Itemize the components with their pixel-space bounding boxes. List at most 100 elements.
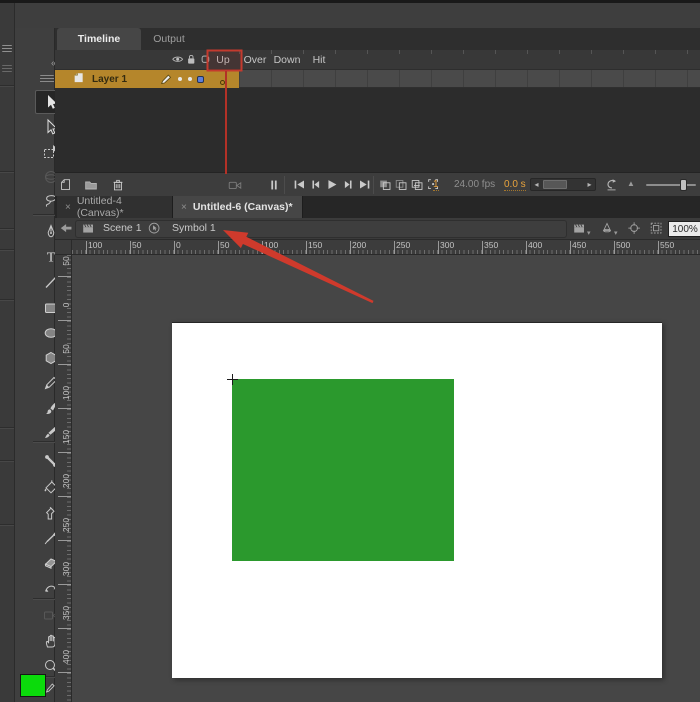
collapsed-panel-dock[interactable] bbox=[0, 3, 15, 702]
divider bbox=[284, 176, 285, 194]
stage-canvas[interactable] bbox=[172, 322, 662, 678]
step-back-button[interactable] bbox=[308, 177, 324, 193]
onion-skin-button[interactable] bbox=[378, 177, 394, 193]
edit-multiple-frames-button[interactable] bbox=[410, 177, 426, 193]
camera-button[interactable] bbox=[227, 177, 243, 193]
pasteboard[interactable] bbox=[72, 255, 700, 702]
timeline-empty-area[interactable] bbox=[55, 88, 700, 172]
edit-symbol-button[interactable] bbox=[599, 221, 615, 237]
frame-label-hit[interactable]: Hit bbox=[303, 50, 335, 70]
frame-size-slider-knob[interactable] bbox=[680, 179, 687, 191]
frame-size-slider-track[interactable] bbox=[646, 184, 696, 186]
ruler-major-tick bbox=[58, 276, 71, 277]
ruler-label: 150 bbox=[308, 240, 322, 250]
zoom-level-field[interactable]: 100% bbox=[668, 221, 700, 237]
layer-row-layer1[interactable]: Layer 1 bbox=[55, 70, 207, 88]
tab-output[interactable]: Output bbox=[143, 28, 195, 50]
dock-divider bbox=[0, 171, 14, 173]
center-stage-button[interactable] bbox=[627, 221, 643, 237]
ruler-major-tick bbox=[58, 584, 71, 585]
clip-content-button[interactable] bbox=[649, 221, 665, 237]
elapsed-time-field[interactable]: 0.0 s bbox=[504, 179, 526, 191]
frame-rate-label[interactable]: 24.00 fps bbox=[454, 179, 495, 190]
edit-symbol-dropdown-icon[interactable]: ▾ bbox=[614, 229, 618, 237]
layer-outline-color-swatch[interactable] bbox=[197, 76, 204, 83]
new-layer-button[interactable] bbox=[58, 177, 74, 193]
fill-color-swatch[interactable] bbox=[20, 674, 46, 697]
document-tab-untitled4[interactable]: × Untitled-4 (Canvas)* bbox=[57, 196, 173, 218]
layer-frame-strip[interactable] bbox=[207, 70, 700, 88]
dock-grip-icon[interactable] bbox=[2, 65, 12, 72]
ruler-label: 200 bbox=[352, 240, 366, 250]
green-rectangle-shape[interactable] bbox=[232, 379, 454, 561]
ruler-label: 500 bbox=[616, 240, 630, 250]
go-to-first-frame-button[interactable] bbox=[292, 177, 308, 193]
scrollbar-thumb[interactable] bbox=[543, 180, 567, 189]
document-tab-untitled6[interactable]: × Untitled-6 (Canvas)* bbox=[173, 196, 303, 218]
ruler-label: 400 bbox=[528, 240, 542, 250]
new-folder-button[interactable] bbox=[83, 177, 99, 193]
ruler-label: 50 bbox=[61, 339, 71, 359]
ruler-label: 50 bbox=[132, 240, 141, 250]
timeline-panel-tabs: Timeline Output bbox=[55, 28, 700, 50]
delete-layer-button[interactable] bbox=[110, 177, 126, 193]
close-document-icon[interactable]: × bbox=[65, 202, 71, 213]
ruler-major-tick bbox=[58, 452, 71, 453]
ruler-major-tick bbox=[438, 241, 439, 254]
ruler-label: 300 bbox=[440, 240, 454, 250]
ruler-label: 350 bbox=[484, 240, 498, 250]
keyframe-cell-frame1[interactable] bbox=[207, 70, 239, 88]
current-frame-field[interactable]: 1 bbox=[433, 179, 439, 191]
registration-point-icon bbox=[232, 374, 233, 385]
scrollbar-right-arrow[interactable]: ▸ bbox=[584, 179, 595, 190]
timeline-scrollbar[interactable]: ◂ ▸ bbox=[530, 178, 596, 191]
go-to-last-frame-button[interactable] bbox=[356, 177, 372, 193]
dock-divider bbox=[0, 299, 14, 301]
layer-name-label[interactable]: Layer 1 bbox=[92, 74, 127, 85]
tab-timeline[interactable]: Timeline bbox=[57, 28, 141, 50]
ruler-major-tick bbox=[218, 241, 219, 254]
step-forward-button[interactable] bbox=[340, 177, 356, 193]
ruler-label: 100 bbox=[88, 240, 102, 250]
window-top-strip bbox=[0, 0, 700, 3]
breadcrumb-scene[interactable]: Scene 1 bbox=[103, 222, 142, 234]
frame-label-down[interactable]: Down bbox=[271, 50, 303, 70]
layer-editing-pencil-icon bbox=[159, 72, 175, 88]
ruler-label: 50 bbox=[220, 240, 229, 250]
ruler-label: 450 bbox=[572, 240, 586, 250]
vertical-ruler: 50050100150200250300350400 bbox=[55, 255, 72, 702]
edit-bar: Scene 1 Symbol 1 ▾ ▾ 100% bbox=[55, 218, 700, 240]
ruler-major-tick bbox=[306, 241, 307, 254]
layer-visibility-dot[interactable] bbox=[178, 77, 182, 81]
ruler-label: 0 bbox=[61, 295, 71, 315]
dock-grip-icon[interactable] bbox=[2, 45, 12, 52]
ruler-label: 350 bbox=[61, 603, 71, 623]
divider bbox=[373, 176, 374, 194]
play-button[interactable] bbox=[324, 177, 340, 193]
ruler-label: 100 bbox=[61, 383, 71, 403]
scrollbar-left-arrow[interactable]: ◂ bbox=[531, 179, 542, 190]
ruler-major-tick bbox=[262, 241, 263, 254]
ruler-label: 150 bbox=[61, 427, 71, 447]
onion-skin-outlines-button[interactable] bbox=[394, 177, 410, 193]
ruler-label: 0 bbox=[176, 240, 181, 250]
edit-scene-button[interactable] bbox=[572, 221, 588, 237]
pause-frames-button[interactable] bbox=[266, 177, 282, 193]
ruler-major-tick bbox=[58, 364, 71, 365]
reset-timeline-icon[interactable] bbox=[604, 177, 620, 193]
document-tab-label: Untitled-6 (Canvas)* bbox=[193, 201, 293, 213]
edit-scene-dropdown-icon[interactable]: ▾ bbox=[587, 229, 591, 237]
breadcrumb-symbol[interactable]: Symbol 1 bbox=[172, 222, 216, 234]
close-document-icon[interactable]: × bbox=[181, 202, 187, 213]
toolbar-grip-icon[interactable] bbox=[40, 75, 54, 83]
collapse-triangle-icon[interactable]: ▲ bbox=[627, 179, 635, 188]
layer-lock-dot[interactable] bbox=[188, 77, 192, 81]
frame-label-over[interactable]: Over bbox=[239, 50, 271, 70]
animate-application-window: « T Timeline Output UpOverDownHit Layer … bbox=[0, 0, 700, 702]
back-button[interactable] bbox=[59, 221, 75, 237]
ruler-label: 250 bbox=[396, 240, 410, 250]
button-symbol-icon bbox=[147, 221, 163, 237]
ruler-major-tick bbox=[482, 241, 483, 254]
frame-label-up[interactable]: Up bbox=[207, 50, 239, 70]
ruler-major-tick bbox=[570, 241, 571, 254]
